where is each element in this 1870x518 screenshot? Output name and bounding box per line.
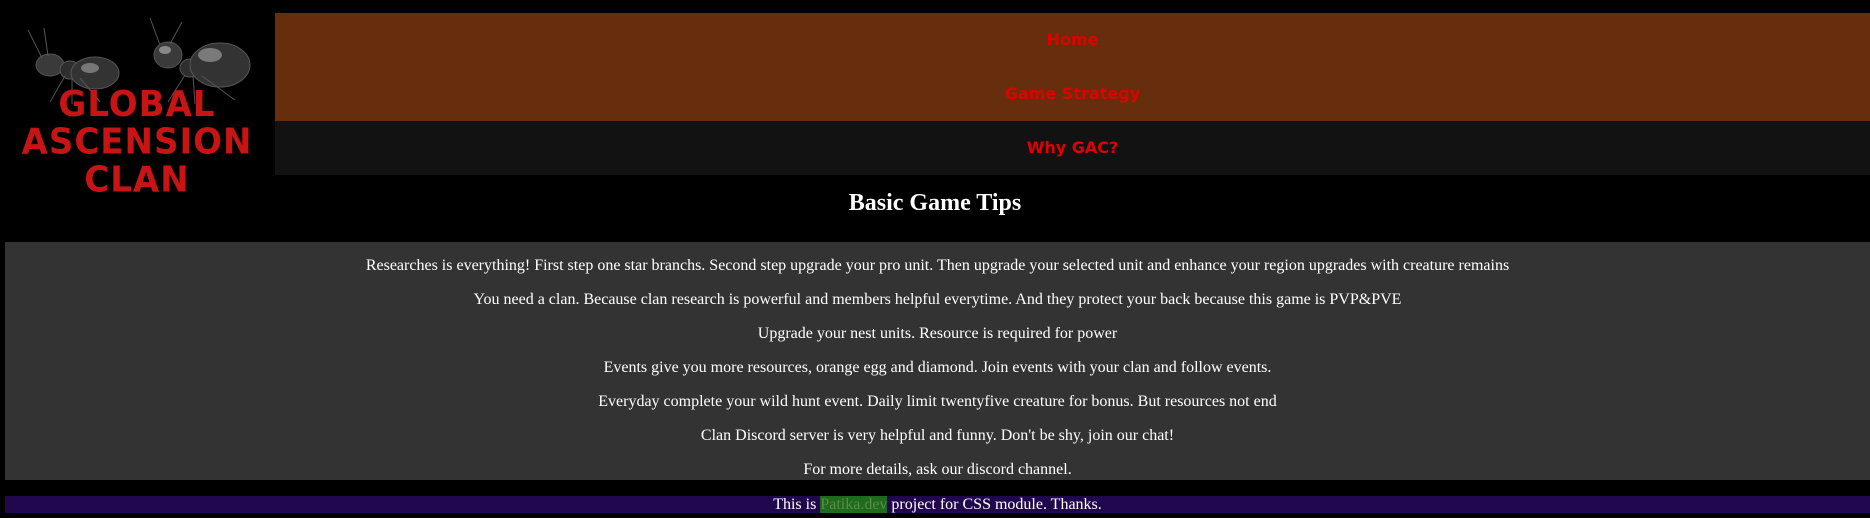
tip-item: Events give you more resources, orange e… — [603, 359, 1272, 376]
footer-prefix: This is — [773, 496, 821, 513]
page-title: Basic Game Tips — [848, 190, 1022, 216]
logo-text: GLOBAL ASCENSION CLAN — [0, 85, 274, 198]
tip-item: You need a clan. Because clan research i… — [473, 291, 1402, 308]
logo-text-line1: GLOBAL ASCENSION — [21, 83, 253, 163]
nav-item-home[interactable]: Home — [275, 13, 1870, 67]
nav-item-why-gac[interactable]: Why GAC? — [275, 121, 1870, 175]
footer-suffix: project for CSS module. Thanks. — [887, 496, 1102, 513]
patika-link[interactable]: Patika.dev — [820, 496, 888, 513]
tips-section: Researches is everything! First step one… — [5, 242, 1870, 480]
nav-item-game-strategy[interactable]: Game Strategy — [275, 67, 1870, 121]
tip-item: Clan Discord server is very helpful and … — [700, 427, 1175, 444]
main-nav: Home Game Strategy Why GAC? — [275, 13, 1870, 175]
tip-item: Researches is everything! First step one… — [365, 257, 1510, 274]
tip-item: Upgrade your nest units. Resource is req… — [757, 325, 1118, 342]
site-footer: This is Patika.dev project for CSS modul… — [5, 496, 1870, 513]
tip-item: For more details, ask our discord channe… — [803, 461, 1072, 478]
tip-item: Everyday complete your wild hunt event. … — [598, 393, 1277, 410]
clan-logo: GLOBAL ASCENSION CLAN — [0, 10, 274, 199]
site-header: GLOBAL ASCENSION CLAN Home Game Strategy… — [0, 0, 1870, 199]
